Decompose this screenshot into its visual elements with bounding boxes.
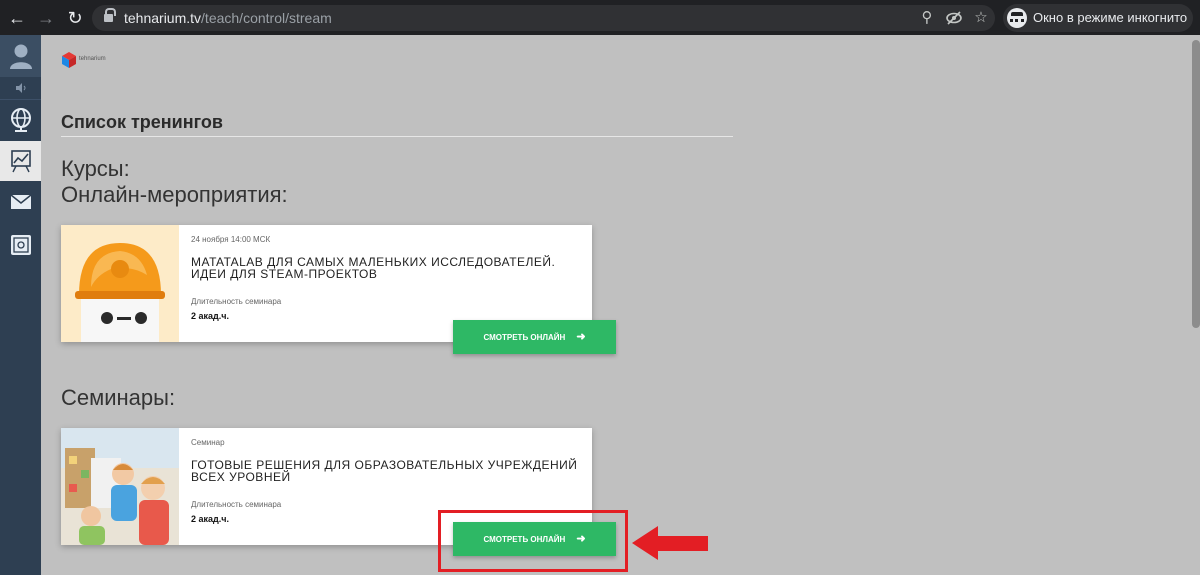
incognito-label: Окно в режиме инкогнито <box>1033 10 1188 25</box>
title-divider <box>61 136 733 137</box>
section-seminars: Семинары: <box>61 385 176 410</box>
arrow-right-icon: ➜ <box>576 330 586 343</box>
zoom-icon[interactable]: ⚲ <box>918 9 936 27</box>
card-type: Семинар <box>191 438 225 447</box>
chart-icon[interactable] <box>0 141 41 181</box>
card-date: 24 ноября 14:00 МСК <box>191 235 271 244</box>
incognito-icon <box>1007 8 1027 28</box>
globe-icon[interactable] <box>0 99 41 139</box>
reload-icon[interactable]: ↻ <box>64 7 86 29</box>
user-avatar-icon[interactable] <box>0 35 41 77</box>
card-duration-value: 2 акад.ч. <box>191 514 229 524</box>
address-bar[interactable]: tehnarium.tv/teach/control/stream ⚲ ☆ <box>92 5 995 31</box>
card-image-robot <box>61 225 179 342</box>
scrollbar-thumb[interactable] <box>1192 40 1200 328</box>
lock-icon <box>104 8 116 23</box>
card-duration-label: Длительность семинара <box>191 297 282 306</box>
card-image-classroom <box>61 428 179 545</box>
url-text: tehnarium.tv/teach/control/stream <box>124 10 332 26</box>
left-sidebar <box>0 35 41 575</box>
annotation-arrow-icon <box>632 526 708 560</box>
annotation-highlight-box <box>438 510 628 572</box>
page-title: Список тренингов <box>61 112 223 132</box>
card-duration-value: 2 акад.ч. <box>191 311 229 321</box>
sound-icon[interactable] <box>0 77 41 99</box>
logo-wordmark: tehnarium <box>79 56 106 62</box>
forward-arrow-icon[interactable]: → <box>35 7 57 29</box>
card-title[interactable]: Готовые решения для образовательных учре… <box>191 459 586 483</box>
card-duration-label: Длительность семинара <box>191 500 282 509</box>
back-arrow-icon[interactable]: ← <box>6 7 28 29</box>
incognito-badge[interactable]: Окно в режиме инкогнито <box>1003 4 1193 32</box>
mail-icon[interactable] <box>0 183 41 221</box>
star-icon[interactable]: ☆ <box>972 9 990 27</box>
watch-online-label: СМОТРЕТЬ ОНЛАЙН <box>483 332 566 342</box>
watch-online-button[interactable]: СМОТРЕТЬ ОНЛАЙН ➜ <box>453 320 616 354</box>
section-courses: Курсы: <box>61 156 130 181</box>
eye-off-icon[interactable] <box>945 9 963 27</box>
browser-toolbar: ← → ↻ tehnarium.tv/teach/control/stream … <box>0 0 1200 35</box>
safe-icon[interactable] <box>0 225 41 265</box>
section-online-events: Онлайн-мероприятия: <box>61 182 288 207</box>
card-title[interactable]: MATATALAB для самых маленьких исследоват… <box>191 256 586 280</box>
site-logo[interactable]: tehnarium <box>61 51 121 71</box>
logo-cube-icon <box>62 52 76 68</box>
